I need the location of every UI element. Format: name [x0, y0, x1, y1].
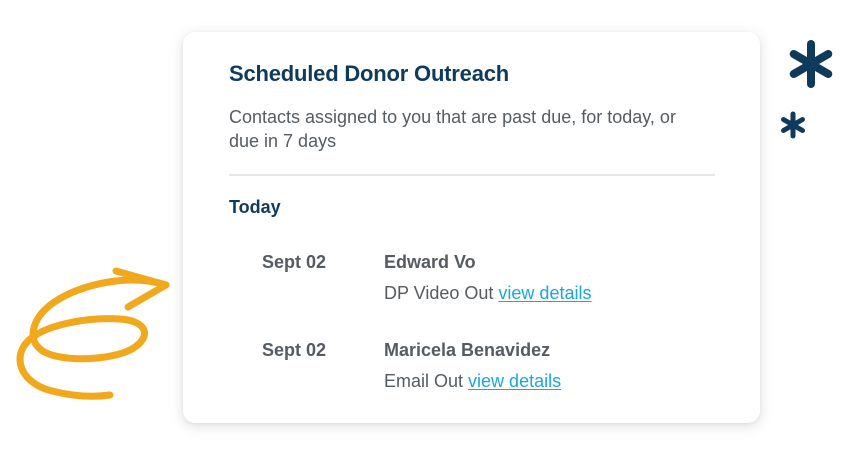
divider: [229, 174, 715, 176]
section-heading-today: Today: [229, 197, 281, 217]
outreach-date: Sept 02: [262, 340, 327, 360]
asterisk-icon: [789, 40, 833, 88]
donor-outreach-card: Scheduled Donor Outreach Contacts assign…: [183, 32, 760, 423]
contact-name: Edward Vo: [384, 252, 476, 272]
activity-label: DP Video Out: [384, 283, 494, 303]
asterisk-icon: [781, 111, 805, 139]
view-details-link[interactable]: view details: [468, 371, 561, 391]
contact-name: Maricela Benavidez: [384, 340, 551, 360]
list-item: Sept 02 Edward Vo DP Video Out view deta…: [262, 252, 702, 308]
view-details-link[interactable]: view details: [498, 283, 591, 303]
card-title: Scheduled Donor Outreach: [229, 61, 510, 86]
outreach-detail: DP Video Out view details: [384, 283, 591, 304]
squiggle-arrow-icon: [16, 267, 170, 400]
outreach-date: Sept 02: [262, 252, 327, 272]
outreach-detail: Email Out view details: [384, 371, 561, 392]
list-item: Sept 02 Maricela Benavidez Email Out vie…: [262, 340, 702, 396]
canvas: Scheduled Donor Outreach Contacts assign…: [0, 0, 863, 455]
activity-label: Email Out: [384, 371, 464, 391]
card-description: Contacts assigned to you that are past d…: [229, 107, 676, 151]
